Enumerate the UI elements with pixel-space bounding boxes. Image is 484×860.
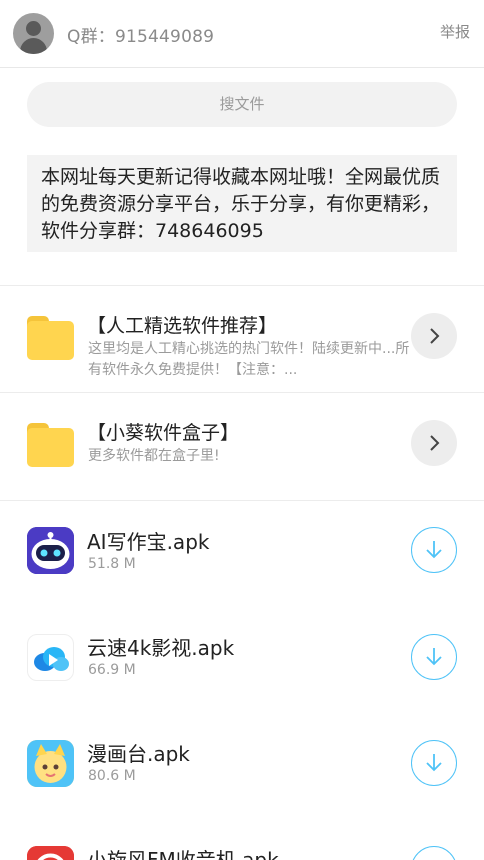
avatar-head-shape [26,21,41,36]
file-item[interactable]: 云速4k影视.apk 66.9 M [0,606,484,712]
chevron-right-icon [430,435,440,451]
file-name: 云速4k影视.apk [87,636,235,660]
search-input[interactable]: 搜文件 [27,82,457,127]
file-name: 小旋风FM收音机.apk [87,848,279,860]
download-button[interactable] [411,740,457,786]
folder-item-manual-picks[interactable]: 【人工精选软件推荐】 这里均是人工精心挑选的热门软件！陆续更新中...所有软件永… [0,286,484,392]
cloud-video-app-icon [27,634,74,681]
file-name: 漫画台.apk [87,742,190,766]
download-button[interactable] [411,846,457,860]
report-link[interactable]: 举报 [440,21,470,42]
avatar[interactable] [13,13,54,54]
manga-app-icon [27,740,74,787]
chevron-right-icon [430,328,440,344]
download-button[interactable] [411,634,457,680]
file-size: 66.9 M [88,662,136,678]
folder-item-software-box[interactable]: 【小葵软件盒子】 更多软件都在盒子里! [0,393,484,500]
open-folder-button[interactable] [411,420,457,466]
top-bar: Q群：915449089 举报 [0,0,484,68]
open-folder-button[interactable] [411,313,457,359]
file-item[interactable]: AI写作宝.apk 51.8 M [0,500,484,606]
notice-box: 本网址每天更新记得收藏本网址哦！全网最优质的免费资源分享平台，乐于分享，有你更精… [27,155,457,252]
avatar-body-shape [20,38,47,54]
folder-icon [27,316,74,360]
radio-app-icon [27,846,74,860]
file-name: AI写作宝.apk [87,530,210,554]
file-item[interactable]: 漫画台.apk 80.6 M [0,712,484,818]
download-arrow-icon [426,754,442,772]
file-item[interactable]: 小旋风FM收音机.apk [0,818,484,860]
download-button[interactable] [411,527,457,573]
folder-description: 这里均是人工精心挑选的热门软件！陆续更新中...所有软件永久免费提供！【注意：.… [88,341,410,378]
folder-title: 【人工精选软件推荐】 [87,315,278,337]
download-arrow-icon [426,648,442,666]
folder-title: 【小葵软件盒子】 [87,422,240,444]
folder-icon [27,423,74,467]
folder-description: 更多软件都在盒子里! [88,448,220,464]
download-arrow-icon [426,541,442,559]
file-size: 80.6 M [88,768,136,784]
file-size: 51.8 M [88,556,136,572]
robot-app-icon [27,527,74,574]
qq-group-label: Q群：915449089 [67,27,215,47]
